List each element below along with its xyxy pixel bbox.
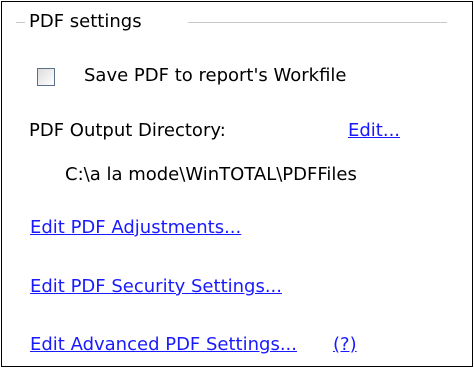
edit-pdf-security-settings-link[interactable]: Edit PDF Security Settings... [30,275,282,299]
group-title: PDF settings [29,11,142,32]
group-divider-right [188,22,447,23]
group-divider-left [16,22,25,23]
pdf-settings-panel: PDF settings Save PDF to report's Workfi… [1,1,473,367]
edit-pdf-adjustments-link[interactable]: Edit PDF Adjustments... [30,216,241,240]
output-directory-label: PDF Output Directory: [29,120,226,141]
edit-output-directory-link[interactable]: Edit... [348,119,400,143]
save-to-workfile-checkbox[interactable] [37,68,55,86]
edit-advanced-pdf-settings-link[interactable]: Edit Advanced PDF Settings... [30,333,297,357]
output-directory-path: C:\a la mode\WinTOTAL\PDFFiles [65,164,357,185]
save-to-workfile-label[interactable]: Save PDF to report's Workfile [84,64,347,88]
help-link[interactable]: (?) [333,333,357,357]
